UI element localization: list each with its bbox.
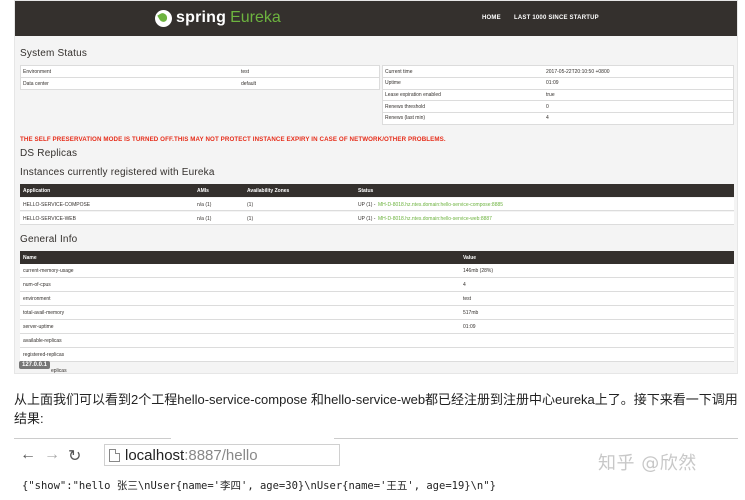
column-header[interactable]: AMIs [197, 188, 209, 194]
nav-home-link[interactable]: HOME [482, 15, 501, 21]
ds-replicas-title: DS Replicas [20, 148, 78, 159]
status-value: 0 [544, 100, 733, 113]
info-name: environment [23, 296, 51, 302]
status-label: Environment [23, 68, 52, 75]
status-label: Uptime [383, 77, 544, 90]
url-text: localhost:8887/hello [125, 447, 258, 464]
divider [334, 438, 738, 439]
info-value: 146mb (28%) [463, 268, 494, 274]
instance-status: UP (1) - [358, 202, 376, 208]
status-value: 4 [544, 111, 733, 124]
table-row: server-uptime 01:09 [20, 320, 734, 334]
instance-zones: (1) [247, 216, 254, 222]
info-value: test [463, 296, 472, 302]
response-body: {"show":"hello 张三\nUser{name='李四', age=3… [22, 480, 496, 492]
reload-icon[interactable]: ↻ [68, 446, 81, 466]
table-row: Lease expiration enabled true [383, 88, 733, 101]
status-label: Current time [385, 68, 413, 75]
table-row: Environment test [21, 66, 379, 78]
logo-spring-text: spring [176, 9, 227, 26]
table-row: Uptime 01:09 [383, 77, 733, 90]
instance-zones: (1) [247, 202, 254, 208]
status-value: default [239, 77, 379, 90]
eureka-screenshot: spring Eureka HOME LAST 1000 SINCE START… [14, 0, 738, 374]
info-value: 01:09 [463, 324, 476, 330]
info-name: registered-replicas [23, 352, 65, 358]
table-row: total-avail-memory 517mb [20, 306, 734, 320]
general-info-title: General Info [20, 234, 78, 245]
address-bar[interactable]: localhost:8887/hello [104, 444, 340, 466]
status-label: Lease expiration enabled [383, 88, 544, 101]
info-name: total-avail-memory [23, 310, 65, 316]
instance-app: HELLO-SERVICE-COMPOSE [23, 202, 91, 208]
table-row: HELLO-SERVICE-WEB n/a (1) (1) UP (1) - M… [20, 212, 734, 225]
forward-arrow-icon[interactable]: → [44, 446, 60, 464]
instance-app: HELLO-SERVICE-WEB [23, 216, 76, 222]
table-row: environment test [20, 292, 734, 306]
logo-eureka-text: Eureka [230, 9, 281, 26]
table-row: Renews threshold 0 [383, 100, 733, 113]
info-value: 4 [463, 282, 466, 288]
table-row: Data center default [21, 77, 379, 90]
info-name: server-uptime [23, 324, 54, 330]
status-value: test [241, 68, 250, 75]
table-row: HELLO-SERVICE-COMPOSE n/a (1) (1) UP (1)… [20, 198, 734, 211]
status-value: 01:09 [544, 77, 733, 90]
column-header[interactable]: Status [358, 188, 373, 194]
column-header[interactable]: Name [23, 255, 37, 261]
instance-status: UP (1) - [358, 216, 376, 222]
page-icon [109, 449, 120, 462]
spring-eureka-logo[interactable]: spring Eureka [155, 9, 281, 27]
instance-amis: n/a (1) [197, 216, 212, 222]
column-header[interactable]: Value [463, 255, 476, 261]
instances-title: Instances currently registered with Eure… [20, 167, 215, 178]
spring-leaf-icon [155, 9, 172, 27]
info-value: 517mb [463, 310, 479, 316]
zhihu-watermark: 知乎 @欣然 [598, 453, 697, 474]
self-preservation-warning: THE SELF PRESERVATION MODE IS TURNED OFF… [20, 136, 446, 143]
status-label: Data center [21, 77, 239, 90]
instance-link[interactable]: MH-D-8018.hz.ntes.domain:hello-service-w… [378, 216, 492, 222]
table-row: current-memory-usage 146mb (28%) [20, 264, 734, 278]
article-paragraph: 从上面我们可以看到2个工程hello-service-compose 和hell… [14, 392, 738, 426]
eureka-navbar: spring Eureka HOME LAST 1000 SINCE START… [15, 1, 737, 36]
system-status-left-table: Environment test Data center default [20, 65, 380, 90]
table-row: Renews (last min) 4 [383, 111, 733, 124]
status-value: 2017-05-22T20:10:50 +0800 [546, 68, 610, 75]
ip-badge: 127.0.0.1 [19, 361, 51, 369]
table-row: registered-replicas [20, 348, 734, 362]
table-row: num-of-cpus 4 [20, 278, 734, 292]
url-host: localhost [125, 447, 185, 464]
url-port-path: :8887/hello [184, 447, 258, 464]
system-status-right-table: Current time 2017-05-22T20:10:50 +0800 U… [382, 65, 734, 125]
ip-badge-suffix: eplicas [51, 368, 67, 374]
back-arrow-icon[interactable]: ← [20, 446, 36, 464]
general-info-header: Name Value [20, 251, 734, 264]
divider [14, 438, 171, 439]
system-status-title: System Status [20, 48, 88, 59]
status-label: Renews (last min) [383, 111, 544, 124]
column-header[interactable]: Application [23, 188, 50, 194]
info-name: num-of-cpus [23, 282, 51, 288]
info-name: available-replicas [23, 338, 62, 344]
column-header[interactable]: Availability Zones [247, 188, 289, 194]
nav-last1000-link[interactable]: LAST 1000 SINCE STARTUP [514, 15, 599, 21]
instances-table-header: Application AMIs Availability Zones Stat… [20, 184, 734, 197]
table-row: available-replicas [20, 334, 734, 348]
instance-link[interactable]: MH-D-8018.hz.ntes.domain:hello-service-c… [378, 202, 503, 208]
instance-amis: n/a (1) [197, 202, 212, 208]
table-row: Current time 2017-05-22T20:10:50 +0800 [383, 66, 733, 78]
status-label: Renews threshold [383, 100, 544, 113]
info-name: current-memory-usage [23, 268, 74, 274]
status-value: true [544, 88, 733, 101]
